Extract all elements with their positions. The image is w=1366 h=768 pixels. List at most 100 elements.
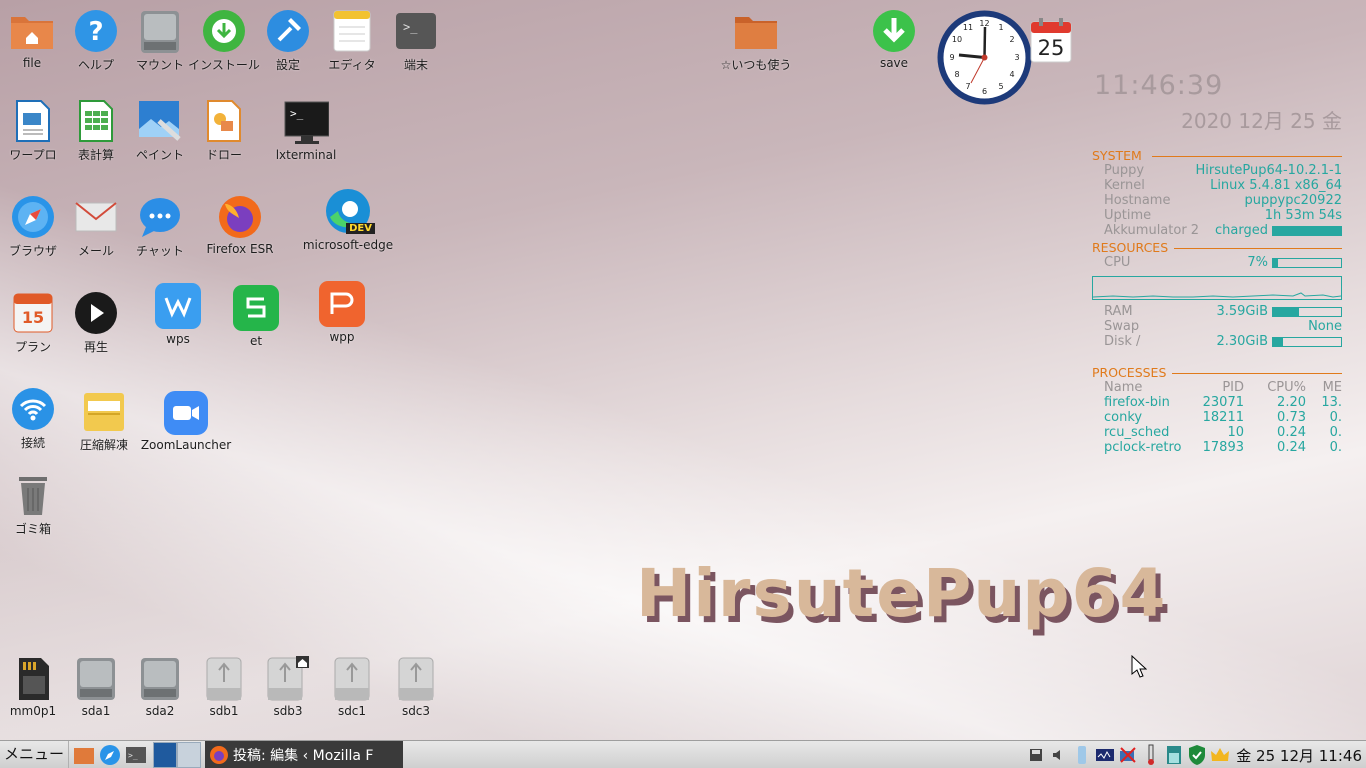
desktop-icon-connect[interactable]: 接続 xyxy=(0,386,71,451)
system-row-battery: Akkumulator 2 charged xyxy=(1092,223,1342,238)
usb-drive-icon xyxy=(201,656,247,702)
resources-row-swap: Swap None xyxy=(1104,319,1342,334)
desktop-icon-draw[interactable]: ドロー xyxy=(186,98,262,163)
svg-text:10: 10 xyxy=(952,35,962,44)
svg-text:2: 2 xyxy=(1009,35,1014,44)
desktop-icon-play[interactable]: 再生 xyxy=(58,290,134,355)
cpu-graph xyxy=(1092,276,1342,300)
wallpaper-logo-text: HirsutePup64 xyxy=(636,555,1168,632)
mouse-pointer-icon xyxy=(1131,654,1148,683)
edge-dev-badge: DEV xyxy=(346,223,375,234)
svg-text:>_: >_ xyxy=(403,20,418,34)
desktop-icon-chat[interactable]: チャット xyxy=(122,194,198,259)
taskbar-window-firefox[interactable]: 投稿: 編集 ‹ Mozilla F xyxy=(205,741,404,768)
svg-text:>_: >_ xyxy=(290,107,304,120)
hard-drive-icon xyxy=(137,656,183,702)
desktop-icon-wps[interactable]: wps xyxy=(140,282,216,346)
spreadsheet-icon xyxy=(73,98,119,144)
svg-text:11: 11 xyxy=(963,23,973,32)
svg-text:3: 3 xyxy=(1014,53,1019,62)
wifi-icon xyxy=(10,386,56,432)
chat-bubble-icon xyxy=(137,194,183,240)
paint-brush-icon xyxy=(137,98,183,144)
taskbar-clock[interactable]: 金 25 12月 11:46 xyxy=(1236,745,1362,766)
task-title: 投稿: 編集 ‹ Mozilla F xyxy=(233,747,374,764)
desktop-icon-favorites[interactable]: ☆いつも使う xyxy=(714,8,798,73)
taskbar-browser-launcher[interactable] xyxy=(99,744,121,766)
system-row-uptime: Uptime 1h 53m 54s xyxy=(1104,208,1342,223)
system-row-kernel: Kernel Linux 5.4.81 x86_64 xyxy=(1104,178,1342,193)
envelope-icon xyxy=(73,194,119,240)
desktop-icon-edge[interactable]: DEV microsoft-edge xyxy=(298,186,398,252)
calendar-widget-day: 25 xyxy=(1037,36,1065,60)
crown-icon[interactable] xyxy=(1210,744,1230,766)
zoom-camera-icon xyxy=(163,390,209,436)
desktop-icon-zoom[interactable]: ZoomLauncher xyxy=(140,390,232,452)
desktop-icon-wpp[interactable]: wpp xyxy=(304,280,380,344)
taskbar: メニュー >_ 投稿: 編集 ‹ Mozilla F 金 25 12月 11:4… xyxy=(0,740,1366,768)
wps-spreadsheet-icon xyxy=(232,284,280,332)
analog-clock-widget[interactable]: 12 1 2 345 678 9 10 11 xyxy=(936,9,1033,106)
play-icon xyxy=(73,290,119,336)
volume-icon[interactable] xyxy=(1049,744,1069,766)
taskbar-terminal-launcher[interactable]: >_ xyxy=(125,744,147,766)
svg-text:7: 7 xyxy=(965,82,970,91)
hammer-icon xyxy=(265,8,311,54)
workspace-1[interactable] xyxy=(153,741,178,768)
svg-text:12: 12 xyxy=(979,19,989,28)
resources-row-cpu: CPU 7% xyxy=(1092,255,1342,270)
hard-drive-icon xyxy=(73,656,119,702)
svg-text:6: 6 xyxy=(982,87,987,96)
desktop-icon-archive[interactable]: 圧縮解凍 xyxy=(66,388,142,453)
processes-header: Name PID CPU% ME xyxy=(1104,380,1342,395)
workspace-pager[interactable] xyxy=(153,741,202,768)
sd-card-icon xyxy=(10,656,56,702)
conky-time: 11:46:39 xyxy=(1094,70,1224,101)
network-indicator-icon[interactable] xyxy=(1072,744,1092,766)
archive-box-icon xyxy=(81,388,127,434)
calendar-widget-icon[interactable]: 25 xyxy=(1030,16,1072,64)
taskbar-folder-launcher[interactable] xyxy=(73,744,95,766)
usb-drive-icon xyxy=(329,656,375,702)
svg-text:9: 9 xyxy=(949,53,954,62)
resources-row-disk: Disk / 2.30GiB xyxy=(1092,334,1342,349)
disk-fill xyxy=(1273,337,1284,346)
save-disk-icon[interactable] xyxy=(1026,744,1046,766)
usb-drive-icon xyxy=(393,656,439,702)
download-icon xyxy=(201,8,247,54)
desktop-icon-lxterminal[interactable]: >_ lxterminal xyxy=(268,100,344,162)
desktop-icon-save[interactable]: save xyxy=(856,8,932,70)
system-row-hostname: Hostname puppypc20922 xyxy=(1104,193,1342,208)
hard-drive-icon xyxy=(137,8,183,54)
draw-document-icon xyxy=(201,98,247,144)
processes-section-title: PROCESSES xyxy=(1092,365,1342,380)
battery-bar xyxy=(1272,225,1342,236)
workspace-2[interactable] xyxy=(177,741,202,768)
firefox-icon xyxy=(209,745,229,765)
cpu-monitor-icon[interactable] xyxy=(1095,744,1115,766)
drive-sdc3[interactable]: sdc3 xyxy=(378,656,454,718)
memory-graph-icon[interactable] xyxy=(1164,744,1184,766)
start-menu-button[interactable]: メニュー xyxy=(0,740,70,768)
desktop-icon-trash[interactable]: ゴミ箱 xyxy=(0,472,71,537)
document-writer-icon xyxy=(10,98,56,144)
svg-text:8: 8 xyxy=(954,70,959,79)
ram-fill xyxy=(1273,307,1299,316)
compass-icon xyxy=(10,194,56,240)
system-row-puppy: Puppy HirsutePup64-10.2.1-1 xyxy=(1104,163,1342,178)
conky-system-monitor: 11:46:39 2020 12月 25 金 SYSTEM Puppy Hirsu… xyxy=(1092,70,1342,455)
network-disconnected-icon[interactable] xyxy=(1118,744,1138,766)
ram-bar xyxy=(1272,306,1342,317)
desktop-icon-firefox[interactable]: Firefox ESR xyxy=(202,194,278,256)
desktop-icon-terminal[interactable]: >_ 端末 xyxy=(378,8,454,73)
firewall-shield-icon[interactable] xyxy=(1187,744,1207,766)
desktop-icon-et[interactable]: et xyxy=(218,284,294,348)
thermometer-icon[interactable] xyxy=(1141,744,1161,766)
svg-text:>_: >_ xyxy=(128,751,138,760)
usb-drive-home-icon xyxy=(265,656,311,702)
battery-fill xyxy=(1273,226,1341,235)
process-row: rcu_sched 10 0.24 0. xyxy=(1104,425,1342,440)
svg-text:4: 4 xyxy=(1009,70,1014,79)
svg-text:5: 5 xyxy=(998,82,1003,91)
help-icon: ? xyxy=(73,8,119,54)
